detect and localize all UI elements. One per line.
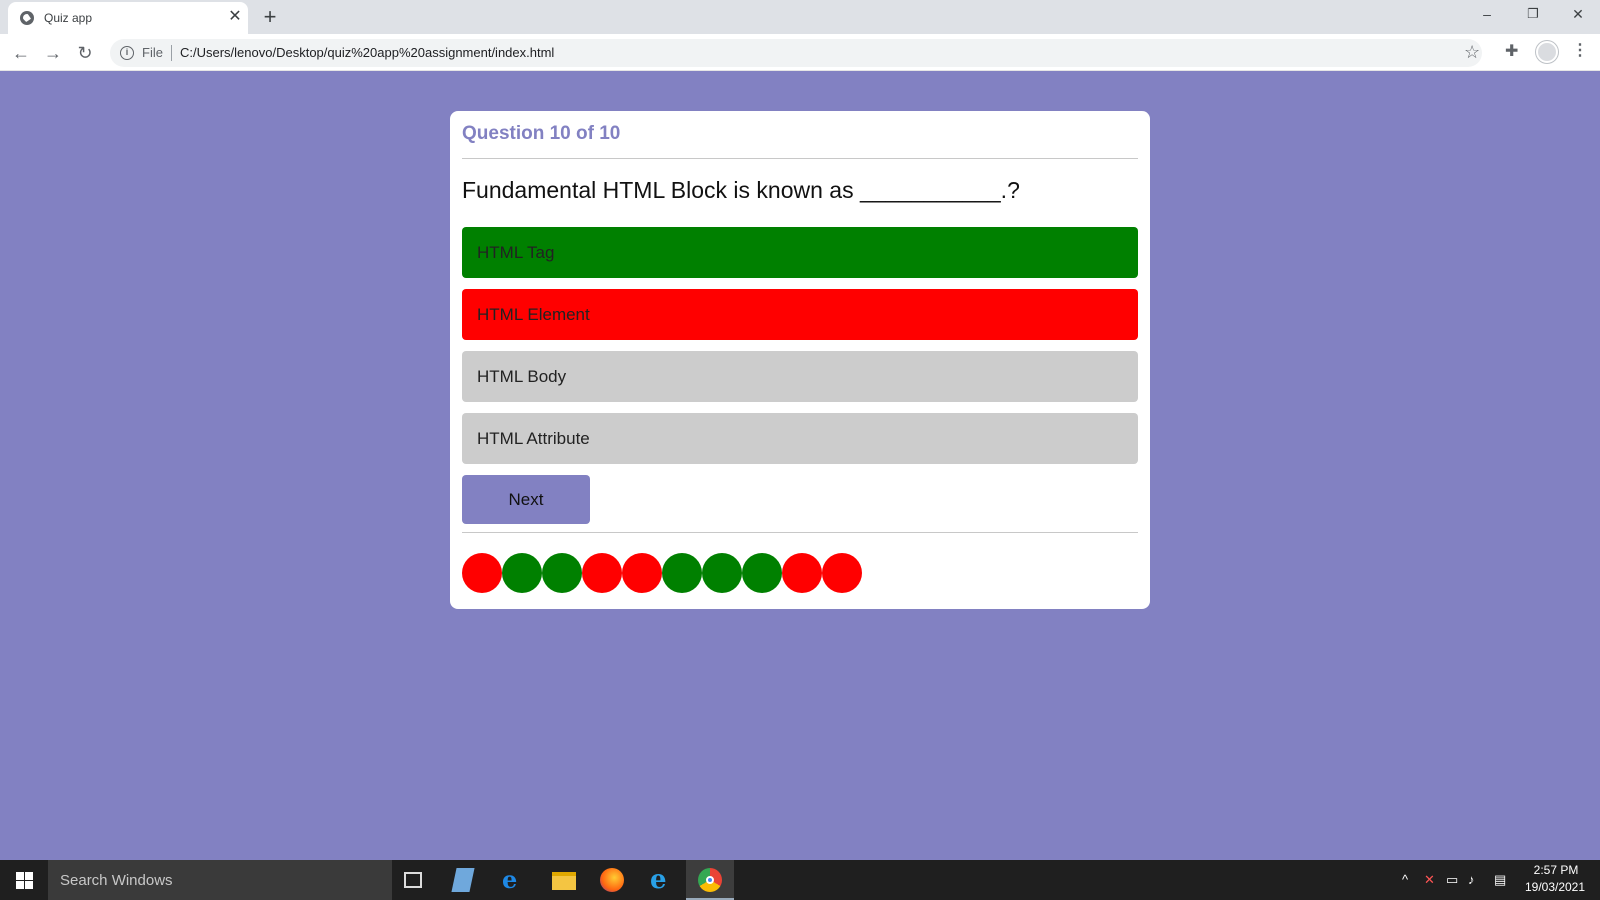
result-dot-6: [662, 553, 702, 593]
omnibox-divider: [171, 45, 172, 61]
reload-button[interactable]: ↻: [73, 41, 97, 65]
result-dot-5: [622, 553, 662, 593]
info-icon[interactable]: i: [120, 46, 134, 60]
option-html-element[interactable]: HTML Element: [462, 289, 1138, 340]
result-dot-10: [822, 553, 862, 593]
question-counter: Question 10 of 10: [462, 123, 621, 144]
progress-dots: [462, 553, 862, 593]
profile-icon[interactable]: [1536, 41, 1558, 63]
browser-toolbar: ← → ↻ i File C:/Users/lenovo/Desktop/qui…: [0, 34, 1600, 71]
address-bar[interactable]: i File C:/Users/lenovo/Desktop/quiz%20ap…: [110, 39, 1482, 67]
result-dot-3: [542, 553, 582, 593]
battery-icon[interactable]: ▭: [1446, 872, 1458, 888]
network-icon[interactable]: ✕: [1424, 872, 1435, 888]
option-html-body[interactable]: HTML Body: [462, 351, 1138, 402]
notification-icon[interactable]: ▤: [1494, 872, 1506, 888]
divider: [462, 158, 1138, 159]
option-html-attribute[interactable]: HTML Attribute: [462, 413, 1138, 464]
extensions-icon[interactable]: ✚: [1505, 41, 1518, 61]
next-button[interactable]: Next: [462, 475, 590, 524]
close-window-button[interactable]: ✕: [1555, 0, 1600, 30]
result-dot-2: [502, 553, 542, 593]
back-button[interactable]: ←: [9, 41, 33, 65]
minimize-button[interactable]: –: [1464, 0, 1510, 30]
internet-explorer-icon[interactable]: e: [650, 867, 674, 893]
result-dot-1: [462, 553, 502, 593]
notepad-icon[interactable]: [451, 868, 475, 892]
taskbar-search-box[interactable]: Search Windows: [48, 860, 392, 900]
question-text: Fundamental HTML Block is known as _____…: [462, 177, 1020, 203]
windows-start-icon[interactable]: [0, 860, 48, 900]
result-dot-7: [702, 553, 742, 593]
tab-strip: Quiz app ✕ + – ❐ ✕: [0, 0, 1600, 34]
taskbar-search-placeholder: Search Windows: [60, 872, 173, 889]
result-dot-8: [742, 553, 782, 593]
quiz-card: Question 10 of 10 Fundamental HTML Block…: [450, 111, 1150, 609]
option-html-tag[interactable]: HTML Tag: [462, 227, 1138, 278]
result-dot-4: [582, 553, 622, 593]
result-dot-9: [782, 553, 822, 593]
clock-time[interactable]: 2:57 PM: [1526, 863, 1586, 877]
url-text[interactable]: C:/Users/lenovo/Desktop/quiz%20app%20ass…: [180, 45, 554, 60]
forward-button[interactable]: →: [41, 41, 65, 65]
file-label: File: [142, 45, 163, 60]
star-icon[interactable]: ☆: [1464, 42, 1480, 62]
clock-date[interactable]: 19/03/2021: [1520, 880, 1590, 894]
new-tab-button[interactable]: +: [258, 3, 282, 31]
chrome-icon-center: [706, 876, 714, 884]
menu-icon[interactable]: ⋮: [1572, 40, 1588, 60]
firefox-icon[interactable]: [600, 868, 624, 892]
taskbar: Search Windows e e ^ ✕ ▭ ♪ ▤ 2:57 PM 19/…: [0, 860, 1600, 900]
restore-button[interactable]: ❐: [1510, 0, 1556, 30]
tray-chevron-icon[interactable]: ^: [1402, 872, 1408, 887]
volume-icon[interactable]: ♪: [1468, 872, 1475, 887]
divider: [462, 532, 1138, 533]
tab-quiz-app[interactable]: Quiz app ✕: [8, 2, 248, 34]
taskbar-chrome-active[interactable]: [686, 860, 734, 900]
edge-icon[interactable]: e: [502, 868, 526, 892]
tab-close-icon[interactable]: ✕: [226, 8, 244, 26]
task-view-icon[interactable]: [404, 872, 422, 888]
globe-icon: [20, 11, 34, 25]
file-explorer-icon[interactable]: [552, 872, 576, 890]
tab-title: Quiz app: [44, 11, 93, 25]
